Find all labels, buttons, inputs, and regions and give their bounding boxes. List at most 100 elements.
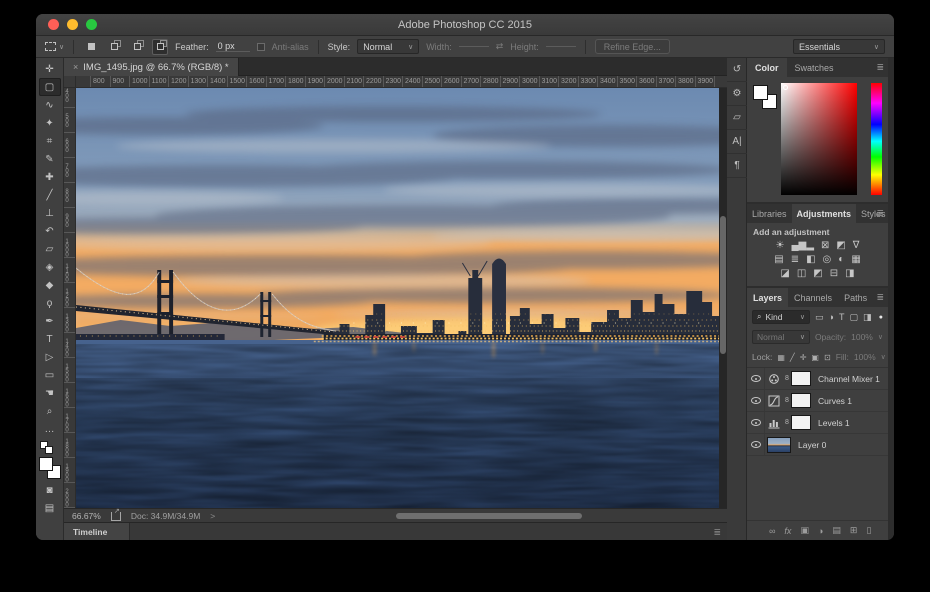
blend-mode-select[interactable]: Normal ∨ bbox=[752, 330, 810, 344]
swap-dimensions-icon[interactable]: ⇄ bbox=[496, 41, 504, 52]
close-tab-icon[interactable]: × bbox=[73, 62, 78, 72]
quick-mask-button[interactable]: ◙ bbox=[39, 481, 61, 499]
layer-mask-thumbnail[interactable] bbox=[791, 393, 811, 408]
zoom-window-button[interactable] bbox=[86, 19, 97, 30]
anti-alias-checkbox[interactable] bbox=[256, 42, 265, 51]
crop-tool[interactable]: ⌗ bbox=[39, 132, 61, 150]
rectangular-marquee-tool[interactable]: ▢ bbox=[38, 78, 61, 96]
visibility-toggle[interactable] bbox=[747, 434, 765, 455]
layer-name[interactable]: Channel Mixer 1 bbox=[818, 374, 880, 384]
move-tool[interactable]: ✛ bbox=[39, 60, 61, 78]
adjustment-icon[interactable]: ◪ bbox=[780, 268, 789, 280]
adjustment-icon[interactable]: ☀ bbox=[776, 240, 785, 252]
layer-name[interactable]: Curves 1 bbox=[818, 396, 852, 406]
workspace-select[interactable]: Essentials ∨ bbox=[793, 39, 885, 54]
layer-image-thumbnail[interactable] bbox=[767, 436, 791, 453]
tab-paths[interactable]: Paths bbox=[838, 288, 873, 307]
panel-menu-icon[interactable]: ≣ bbox=[876, 62, 884, 73]
tab-color[interactable]: Color bbox=[747, 58, 787, 77]
tab-libraries[interactable]: Libraries bbox=[747, 204, 792, 223]
minimize-window-button[interactable] bbox=[67, 19, 78, 30]
visibility-toggle[interactable] bbox=[747, 412, 765, 433]
color-panel-swatches[interactable] bbox=[753, 85, 777, 109]
foreground-color-swatch[interactable] bbox=[38, 457, 53, 471]
healing-brush-tool[interactable]: ✚ bbox=[39, 168, 61, 186]
tab-styles[interactable]: Styles bbox=[856, 204, 891, 223]
layer-row-layer0[interactable]: Layer 0 bbox=[747, 434, 888, 456]
opacity-value[interactable]: 100% bbox=[851, 332, 873, 342]
vertical-scrollbar-thumb[interactable] bbox=[720, 216, 726, 354]
pen-tool[interactable]: ✒ bbox=[39, 312, 61, 330]
title-bar[interactable]: Adobe Photoshop CC 2015 bbox=[36, 14, 894, 36]
hand-tool[interactable]: ☚ bbox=[39, 384, 61, 402]
panel-menu-icon[interactable]: ≣ bbox=[876, 208, 884, 219]
timeline-menu-icon[interactable]: ≣ bbox=[713, 527, 721, 538]
rectangle-tool[interactable]: ▭ bbox=[39, 366, 61, 384]
height-input[interactable] bbox=[545, 46, 576, 47]
layer-mask-thumbnail[interactable] bbox=[791, 415, 811, 430]
tab-channels[interactable]: Channels bbox=[788, 288, 838, 307]
paragraph-panel-icon[interactable]: ¶ bbox=[727, 154, 747, 178]
adjustment-icon[interactable]: ◐ bbox=[838, 254, 844, 266]
properties-panel-icon[interactable]: ⚙ bbox=[727, 82, 747, 106]
blur-tool[interactable]: ◆ bbox=[39, 276, 61, 294]
tab-layers[interactable]: Layers bbox=[747, 288, 789, 307]
visibility-toggle[interactable] bbox=[747, 368, 765, 389]
tab-swatches[interactable]: Swatches bbox=[787, 58, 842, 77]
layer-filter-icon[interactable]: ▭ bbox=[815, 312, 824, 323]
adjustment-icon[interactable]: ◩ bbox=[813, 268, 822, 280]
share-icon[interactable] bbox=[110, 507, 121, 521]
tab-adjustments[interactable]: Adjustments bbox=[791, 204, 857, 223]
adjustment-icon[interactable]: ◩ bbox=[836, 240, 845, 252]
intersect-selection-button[interactable] bbox=[152, 38, 169, 55]
layer-style-icon[interactable]: fx bbox=[784, 526, 791, 536]
dodge-tool[interactable]: ϙ bbox=[39, 294, 61, 312]
zoom-tool[interactable]: ⌕ bbox=[39, 402, 61, 420]
delete-layer-icon[interactable]: ▯ bbox=[866, 525, 871, 536]
document-tab[interactable]: × IMG_1495.jpg @ 66.7% (RGB/8) * bbox=[64, 58, 239, 76]
new-group-icon[interactable]: ▤ bbox=[832, 525, 841, 536]
history-panel-icon[interactable]: ↺ bbox=[727, 58, 747, 82]
layer-name[interactable]: Levels 1 bbox=[818, 418, 850, 428]
feather-input[interactable]: 0 px bbox=[215, 41, 250, 52]
layer-filter-icon[interactable]: T bbox=[839, 312, 845, 323]
lock-all-icon[interactable]: ⊡ bbox=[824, 353, 831, 362]
tool-preset-picker[interactable]: ∨ bbox=[45, 42, 64, 51]
layer-row-levels[interactable]: 8 Levels 1 bbox=[747, 412, 888, 434]
saturation-brightness-map[interactable] bbox=[781, 83, 857, 195]
timeline-tab[interactable]: Timeline bbox=[64, 523, 130, 540]
layer-filter-icon[interactable]: ◑ bbox=[829, 312, 834, 323]
lock-icon[interactable]: ✛ bbox=[800, 353, 807, 362]
adjustment-icon[interactable]: ◧ bbox=[806, 254, 815, 266]
eraser-tool[interactable]: ▱ bbox=[39, 240, 61, 258]
lasso-tool[interactable]: ∿ bbox=[39, 96, 61, 114]
horizontal-scrollbar-thumb[interactable] bbox=[396, 513, 582, 519]
zoom-level-field[interactable]: 66.67% bbox=[72, 511, 101, 521]
width-input[interactable] bbox=[458, 46, 489, 47]
subtract-selection-button[interactable] bbox=[129, 39, 145, 55]
panel-menu-icon[interactable]: ≣ bbox=[876, 292, 884, 303]
quick-selection-tool[interactable]: ✦ bbox=[39, 114, 61, 132]
gradient-tool[interactable]: ◈ bbox=[39, 258, 61, 276]
canvas-photo[interactable] bbox=[76, 88, 719, 508]
vertical-ruler[interactable]: 400 500 600 700 800 900 1000 1100 1200 1300 1400 15… bbox=[64, 88, 76, 508]
link-layers-icon[interactable]: ∞ bbox=[769, 526, 775, 536]
layer-filter-icon[interactable]: ◨ bbox=[863, 312, 872, 323]
foreground-background-swatches[interactable] bbox=[38, 457, 61, 479]
new-selection-button[interactable] bbox=[83, 39, 99, 55]
layer-name[interactable]: Layer 0 bbox=[798, 440, 826, 450]
add-mask-icon[interactable]: ▣ bbox=[800, 525, 809, 536]
screen-mode-button[interactable]: ▤ bbox=[39, 499, 61, 517]
adjustment-icon[interactable]: ◫ bbox=[797, 268, 806, 280]
adjustment-icon[interactable]: ▤ bbox=[774, 254, 783, 266]
edit-toolbar-button[interactable]: … bbox=[39, 420, 61, 438]
type-tool[interactable]: T bbox=[39, 330, 61, 348]
new-layer-icon[interactable]: ⊞ bbox=[850, 525, 858, 536]
filter-type-select[interactable]: ⌕ Kind ∨ bbox=[752, 310, 810, 324]
status-chevron-icon[interactable]: > bbox=[210, 511, 215, 521]
hue-slider[interactable] bbox=[871, 83, 882, 195]
adjustment-icon[interactable]: ◨ bbox=[845, 268, 854, 280]
default-colors-icon[interactable] bbox=[40, 441, 53, 454]
close-window-button[interactable] bbox=[48, 19, 59, 30]
style-select[interactable]: Normal ∨ bbox=[357, 39, 420, 54]
